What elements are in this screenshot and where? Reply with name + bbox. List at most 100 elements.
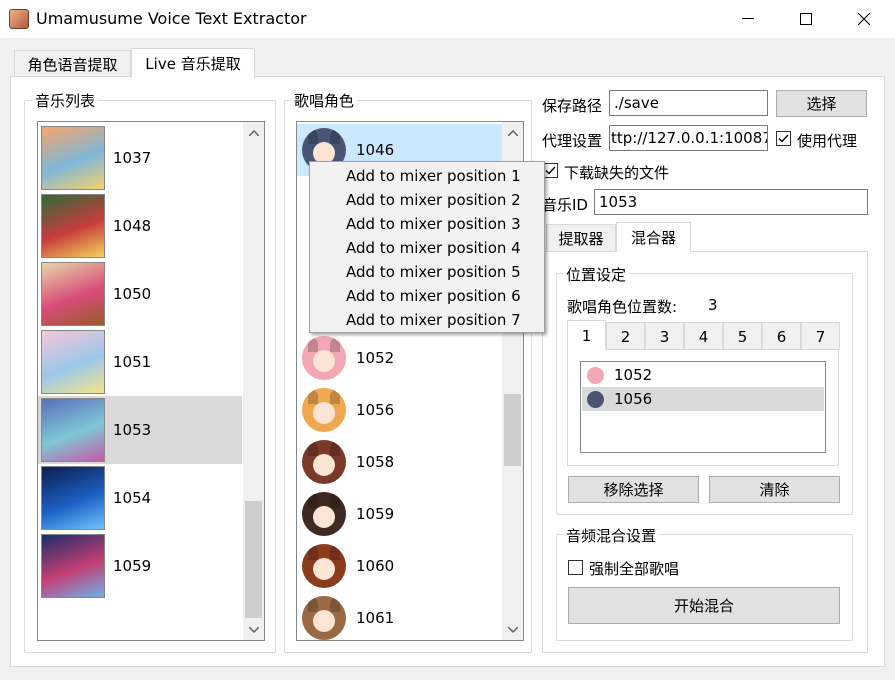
music-id-input[interactable]: 1053 [594,189,868,215]
check-icon [778,134,789,143]
chara-list-item[interactable]: 1052 [297,332,503,384]
scroll-down-arrow[interactable] [245,621,262,638]
music-list-item[interactable]: 1051 [38,328,242,396]
music-cover-image [41,262,105,326]
context-menu: Add to mixer position 1 Add to mixer posi… [309,161,545,333]
chara-id: 1056 [356,401,395,419]
chara-avatar [302,440,346,484]
force-all-sing-checkbox[interactable] [568,560,583,575]
browse-button[interactable]: 选择 [776,90,867,117]
chevron-down-icon [507,626,518,633]
use-proxy-label: 使用代理 [797,132,858,150]
add-to-mixer-position-4-menu-item[interactable]: Add to mixer position 4 [310,236,544,260]
minimize-icon [742,18,754,19]
audio-mix-title: 音频混合设置 [563,525,660,546]
position-count-label: 歌唱角色位置数: [567,298,678,316]
remove-selected-button[interactable]: 移除选择 [568,476,699,503]
maximize-button[interactable] [777,0,835,38]
chara-avatar [302,388,346,432]
maximize-icon [800,13,812,25]
music-listbox[interactable]: 1037 1048 1050 1051 1053 1054 1059 [37,121,265,641]
position-tab-6[interactable]: 6 [762,322,801,350]
music-list-item[interactable]: 1048 [38,192,242,260]
minimize-button[interactable] [719,0,777,38]
chara-avatar [587,390,604,408]
proxy-input[interactable]: ttp://127.0.0.1:10087 [609,125,768,151]
scroll-down-arrow[interactable] [504,621,521,638]
chara-list-item[interactable]: 1058 [297,436,503,488]
chara-list-item[interactable]: 1059 [297,488,503,540]
scroll-up-arrow[interactable] [245,124,262,141]
chara-list-item[interactable]: 1060 [297,540,503,592]
add-to-mixer-position-1-menu-item[interactable]: Add to mixer position 1 [310,164,544,188]
music-cover-image [41,466,105,530]
position-tab-5[interactable]: 5 [723,322,762,350]
mixer-assigned-item[interactable]: 1056 [582,387,824,411]
chara-id: 1052 [356,349,395,367]
music-id: 1050 [113,285,152,303]
close-icon [858,13,870,25]
chara-id: 1058 [356,453,395,471]
chara-avatar [302,492,346,536]
mixer-position-listbox[interactable]: 1052 1056 [580,361,826,453]
position-tab-3[interactable]: 3 [645,322,684,350]
use-proxy-checkbox[interactable] [776,131,791,146]
add-to-mixer-position-5-menu-item[interactable]: Add to mixer position 5 [310,260,544,284]
chevron-down-icon [248,626,259,633]
music-scroll-thumb[interactable] [245,501,262,618]
tab-voice-extract[interactable]: 角色语音提取 [14,50,131,78]
chara-list-item[interactable]: 1061 [297,592,503,640]
music-list-item[interactable]: 1037 [38,124,242,192]
music-cover-image [41,534,105,598]
music-cover-image [41,194,105,258]
music-id: 1051 [113,353,152,371]
chara-avatar [302,544,346,588]
chara-id: 1056 [614,390,653,408]
position-tab-7[interactable]: 7 [801,322,840,350]
music-id: 1059 [113,557,152,575]
music-scrollbar[interactable] [243,122,264,640]
scroll-up-arrow[interactable] [504,124,521,141]
chara-list-item[interactable]: 1056 [297,384,503,436]
chara-id: 1060 [356,557,395,575]
tab-mixer[interactable]: 混合器 [616,222,691,252]
add-to-mixer-position-7-menu-item[interactable]: Add to mixer position 7 [310,308,544,332]
download-missing-label: 下载缺失的文件 [564,164,670,182]
chara-id: 1061 [356,609,395,627]
position-tab-2[interactable]: 2 [606,322,645,350]
music-list-item[interactable]: 1050 [38,260,242,328]
save-path-label: 保存路径 [542,97,603,115]
chara-id: 1059 [356,505,395,523]
save-path-input[interactable]: ./save [609,90,768,116]
position-count-value: 3 [708,296,718,314]
add-to-mixer-position-3-menu-item[interactable]: Add to mixer position 3 [310,212,544,236]
download-missing-checkbox[interactable] [543,163,558,178]
position-tab-4[interactable]: 4 [684,322,723,350]
music-id: 1054 [113,489,152,507]
music-id: 1053 [113,421,152,439]
window-title: Umamusume Voice Text Extractor [36,9,307,28]
chevron-up-icon [248,129,259,136]
music-list-item[interactable]: 1059 [38,532,242,600]
chara-scroll-thumb[interactable] [504,394,521,466]
music-list-title: 音乐列表 [32,90,99,111]
start-mix-button[interactable]: 开始混合 [568,587,840,624]
mixer-assigned-item[interactable]: 1052 [582,363,824,387]
position-tab-1[interactable]: 1 [567,320,606,350]
chara-id: 1052 [614,366,653,384]
proxy-label: 代理设置 [542,132,603,150]
tab-extractor[interactable]: 提取器 [546,224,616,251]
close-button[interactable] [835,0,893,38]
tab-live-music[interactable]: Live 音乐提取 [131,48,255,78]
chara-avatar [302,336,346,380]
chara-avatar [302,596,346,640]
music-id: 1037 [113,149,152,167]
add-to-mixer-position-6-menu-item[interactable]: Add to mixer position 6 [310,284,544,308]
music-cover-image [41,330,105,394]
add-to-mixer-position-2-menu-item[interactable]: Add to mixer position 2 [310,188,544,212]
clear-button[interactable]: 清除 [709,476,840,503]
music-list-item[interactable]: 1054 [38,464,242,532]
chara-list-title: 歌唱角色 [291,90,358,111]
music-id: 1048 [113,217,152,235]
music-list-item[interactable]: 1053 [38,396,242,464]
